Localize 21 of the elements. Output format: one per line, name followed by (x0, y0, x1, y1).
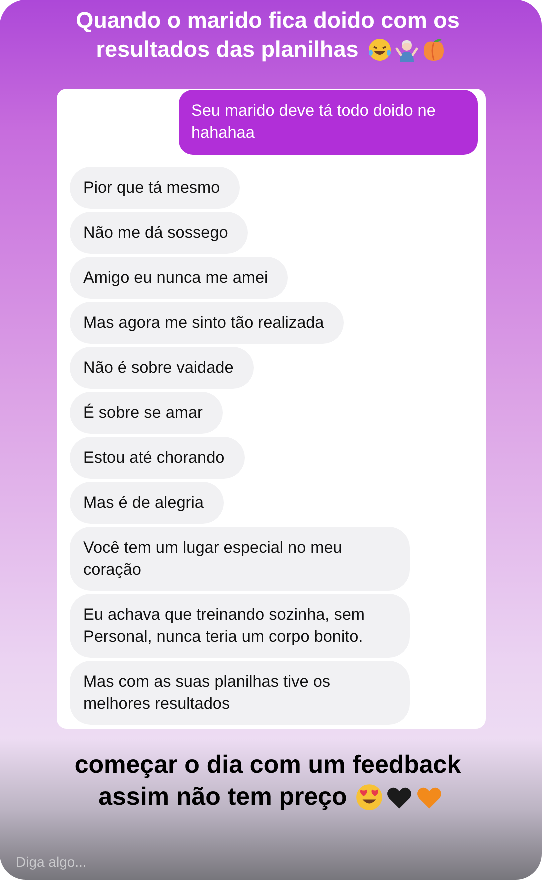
sent-message: Seu marido deve tá todo doido ne hahahaa (178, 90, 478, 155)
received-message: Estou até chorando (70, 437, 245, 479)
heart-eyes-emoji-icon (356, 784, 384, 810)
received-message: Você tem um lugar especial no meu coração (70, 527, 410, 591)
story-title: resultados das planilhas (96, 36, 359, 64)
received-message: Amigo eu nunca me amei (70, 257, 288, 299)
received-message: Não me dá sossego (70, 212, 248, 254)
received-message: Mas é de alegria (70, 482, 224, 524)
received-message: Mas com as suas planilhas tive os melhores resultados (70, 661, 410, 725)
received-message: Pior que tá mesmo (70, 167, 240, 209)
received-message: Eu achava que treinando sozinha, sem Personal, nunca teria um corpo bonito. (70, 594, 410, 658)
received-message: Não é sobre vaidade (70, 347, 254, 389)
peach-icon (422, 38, 446, 62)
story-title: Quando o marido fica doido com os (76, 7, 460, 35)
shrugging-figure-icon (394, 38, 419, 62)
story-caption: assim não tem preço (98, 782, 348, 813)
laughing-emoji-icon (368, 38, 392, 62)
received-message: É sobre se amar (70, 392, 223, 434)
received-message: Mas agora me sinto tão realizada (70, 302, 344, 344)
reply-field[interactable]: Diga algo... (16, 854, 526, 870)
story-caption: começar o dia com um feedback (74, 750, 462, 781)
